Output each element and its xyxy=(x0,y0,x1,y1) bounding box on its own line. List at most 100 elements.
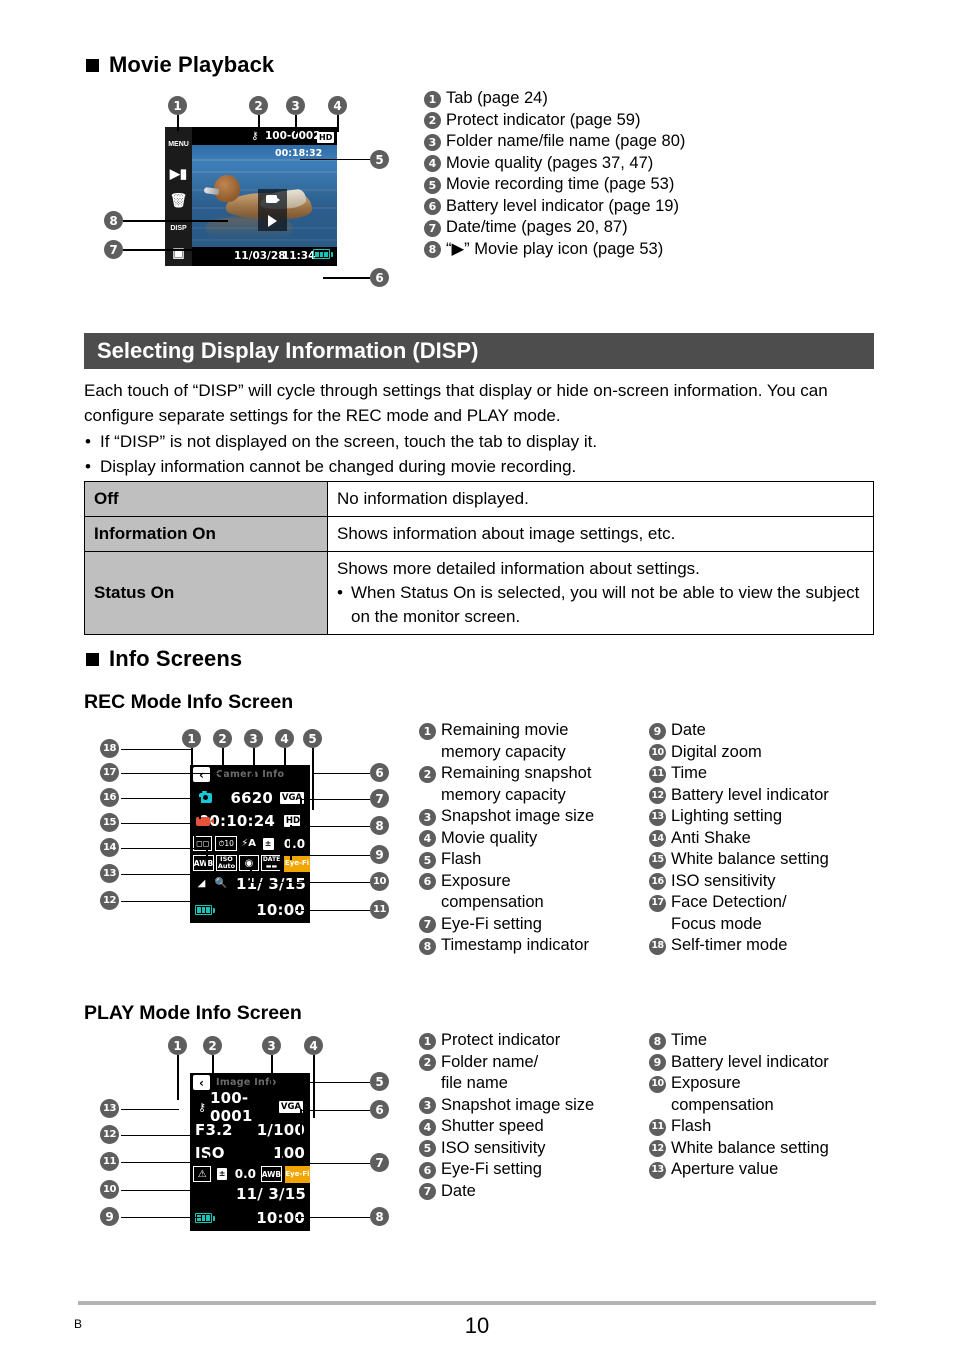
iso-label: ISO xyxy=(195,1144,225,1162)
ev-value: 0.0 xyxy=(234,1167,257,1181)
callout-marker-3: 3 xyxy=(286,96,305,115)
legend-item: 2 Folder name/ xyxy=(419,1052,594,1074)
anti-shake-icon: ◉ xyxy=(239,855,259,871)
callout-marker-3: 3 xyxy=(262,1036,281,1055)
self-timer-icon: ⏱10 xyxy=(215,836,237,851)
callout-marker-1: 1 xyxy=(168,96,187,115)
callout-marker-9: 9 xyxy=(370,845,389,864)
callout-marker-1: 1 xyxy=(168,1036,187,1055)
legend-item-cont: memory capacity xyxy=(441,742,566,761)
callout-marker-5: 5 xyxy=(370,1072,389,1091)
iso-icon: ISO Auto xyxy=(216,855,237,871)
legend-item: 14 Anti Shake xyxy=(649,828,829,850)
legend-item: 12 White balance setting xyxy=(649,1138,829,1160)
disp-bullet-item: • If “DISP” is not displayed on the scree… xyxy=(85,432,598,451)
ev-icon: ± xyxy=(214,1166,230,1182)
legend-item: 11 Flash xyxy=(649,1116,829,1138)
legend-item: 7 Date xyxy=(419,1181,594,1203)
legend-item: 8 Timestamp indicator xyxy=(419,935,594,957)
callout-marker-9: 9 xyxy=(100,1207,119,1226)
snapshot-remaining: 6620 xyxy=(230,789,273,807)
shutter-speed: 1/100 xyxy=(256,1121,305,1139)
callout-marker-11: 11 xyxy=(370,900,389,919)
white-balance-icon: AWB xyxy=(260,1166,282,1182)
play-info-lcd: ‹ Image Info ⚷ 100-0001 VGA F3.2 1/100 I… xyxy=(190,1073,310,1231)
callout-marker-4: 4 xyxy=(275,729,294,748)
legend-item: 9 Battery level indicator xyxy=(649,1052,829,1074)
delete-icon[interactable]: 🗑 xyxy=(166,191,191,209)
play-legend-left: 1 Protect indicator 2 Folder name/ file na… xyxy=(419,1030,594,1202)
callout-marker-3: 3 xyxy=(244,729,263,748)
callout-marker-5: 5 xyxy=(370,150,389,169)
ev-value: 0.0 xyxy=(283,836,306,851)
rec-movie-row: 00:10:24 HD xyxy=(190,810,310,832)
play-date-row: 11/ 3/15 xyxy=(190,1185,310,1203)
callout-marker-6: 6 xyxy=(370,763,389,782)
disp-paragraph: Each touch of “DISP” will cycle through … xyxy=(84,381,828,425)
legend-item: 4 Movie quality xyxy=(419,828,594,850)
legend-item: 1 Protect indicator xyxy=(419,1030,594,1052)
disp-button[interactable]: DISP xyxy=(166,220,191,236)
movie-playback-heading-text: Movie Playback xyxy=(109,52,275,77)
aperture-value: F3.2 xyxy=(195,1121,233,1139)
legend-item: 9 Date xyxy=(649,720,829,742)
callout-marker-10: 10 xyxy=(100,1180,119,1199)
play-settings-row: ⚠ ± 0.0 AWB Eye-Fi xyxy=(190,1165,310,1183)
legend-item-cont: Focus mode xyxy=(671,914,762,933)
slideshow-icon[interactable]: ▶▮ xyxy=(166,165,191,183)
callout-marker-6: 6 xyxy=(370,1100,389,1119)
bullet-square-icon xyxy=(86,58,99,72)
legend-item: 6 Exposure xyxy=(419,871,594,893)
legend-item: 5 ISO sensitivity xyxy=(419,1138,594,1160)
legend-item: 5 Movie recording time (page 53) xyxy=(424,174,685,196)
callout-marker-2: 2 xyxy=(249,96,268,115)
callout-marker-2: 2 xyxy=(213,729,232,748)
rec-lcd-header: ‹ Camera Info xyxy=(190,765,310,784)
rec-mode-icon[interactable]: ▣ xyxy=(166,244,191,262)
legend-item: 8 Time xyxy=(649,1030,829,1052)
callout-marker-5: 5 xyxy=(303,729,322,748)
bullet-square-icon xyxy=(86,652,99,666)
white-balance-icon: AWB xyxy=(193,855,214,871)
disp-option-value: Shows information about image settings, … xyxy=(327,516,874,552)
callout-marker-4: 4 xyxy=(328,96,347,115)
callout-marker-18: 18 xyxy=(100,739,119,758)
battery-icon xyxy=(195,905,215,915)
ev-icon: ± xyxy=(260,836,276,851)
menu-button[interactable]: MENU xyxy=(166,136,191,152)
lcd-date: 11/03/28 xyxy=(234,250,286,262)
disp-section-title: Selecting Display Information (DISP) xyxy=(97,338,479,363)
legend-item: 7 Eye-Fi setting xyxy=(419,914,594,936)
legend-item: 1 Tab (page 24) xyxy=(424,88,685,110)
callout-marker-10: 10 xyxy=(370,872,389,891)
legend-item: 10 Digital zoom xyxy=(649,742,829,764)
lcd-tab-strip[interactable]: MENU ▶▮ 🗑 DISP ▣ xyxy=(165,127,192,266)
rec-legend-left: 1 Remaining movie memory capacity 2 Remain… xyxy=(419,720,594,957)
flash-auto-icon: ⚡A xyxy=(239,836,258,851)
legend-item: 4 Movie quality (pages 37, 47) xyxy=(424,153,685,175)
callout-marker-13: 13 xyxy=(100,1099,119,1118)
legend-item: 8 “▶” Movie play icon (page 53) xyxy=(424,239,685,261)
legend-item: 4 Shutter speed xyxy=(419,1116,594,1138)
callout-marker-16: 16 xyxy=(100,788,119,807)
callout-marker-11: 11 xyxy=(100,1152,119,1171)
movie-playback-legend: 1 Tab (page 24) 2 Protect indicator (page … xyxy=(424,88,685,260)
play-triangle-icon[interactable] xyxy=(258,210,287,231)
callout-marker-7: 7 xyxy=(370,1153,389,1172)
callout-marker-7: 7 xyxy=(370,789,389,808)
back-chevron-icon[interactable]: ‹ xyxy=(193,1075,210,1090)
legend-item-cont: memory capacity xyxy=(441,785,566,804)
callout-marker-1: 1 xyxy=(182,729,201,748)
table-row: Information On Shows information about i… xyxy=(84,516,874,552)
disp-option-value-block: Shows more detailed information about se… xyxy=(327,551,874,635)
disp-option-value: No information displayed. xyxy=(327,481,874,517)
back-chevron-icon[interactable]: ‹ xyxy=(193,767,210,782)
disp-options-table: Off No information displayed. Informatio… xyxy=(84,481,874,635)
rec-lcd-header-title: Camera Info xyxy=(216,769,285,780)
legend-item: 13 Aperture value xyxy=(649,1159,829,1181)
play-legend-right: 8 Time 9 Battery level indicator 10 Exposur… xyxy=(649,1030,829,1181)
legend-item: 18 Self-timer mode xyxy=(649,935,829,957)
rec-info-lcd: ‹ Camera Info 6620 VGA 00:10:24 HD ◻◻ ⏱1… xyxy=(190,765,310,923)
callout-marker-8: 8 xyxy=(370,816,389,835)
callout-marker-6: 6 xyxy=(370,268,389,287)
